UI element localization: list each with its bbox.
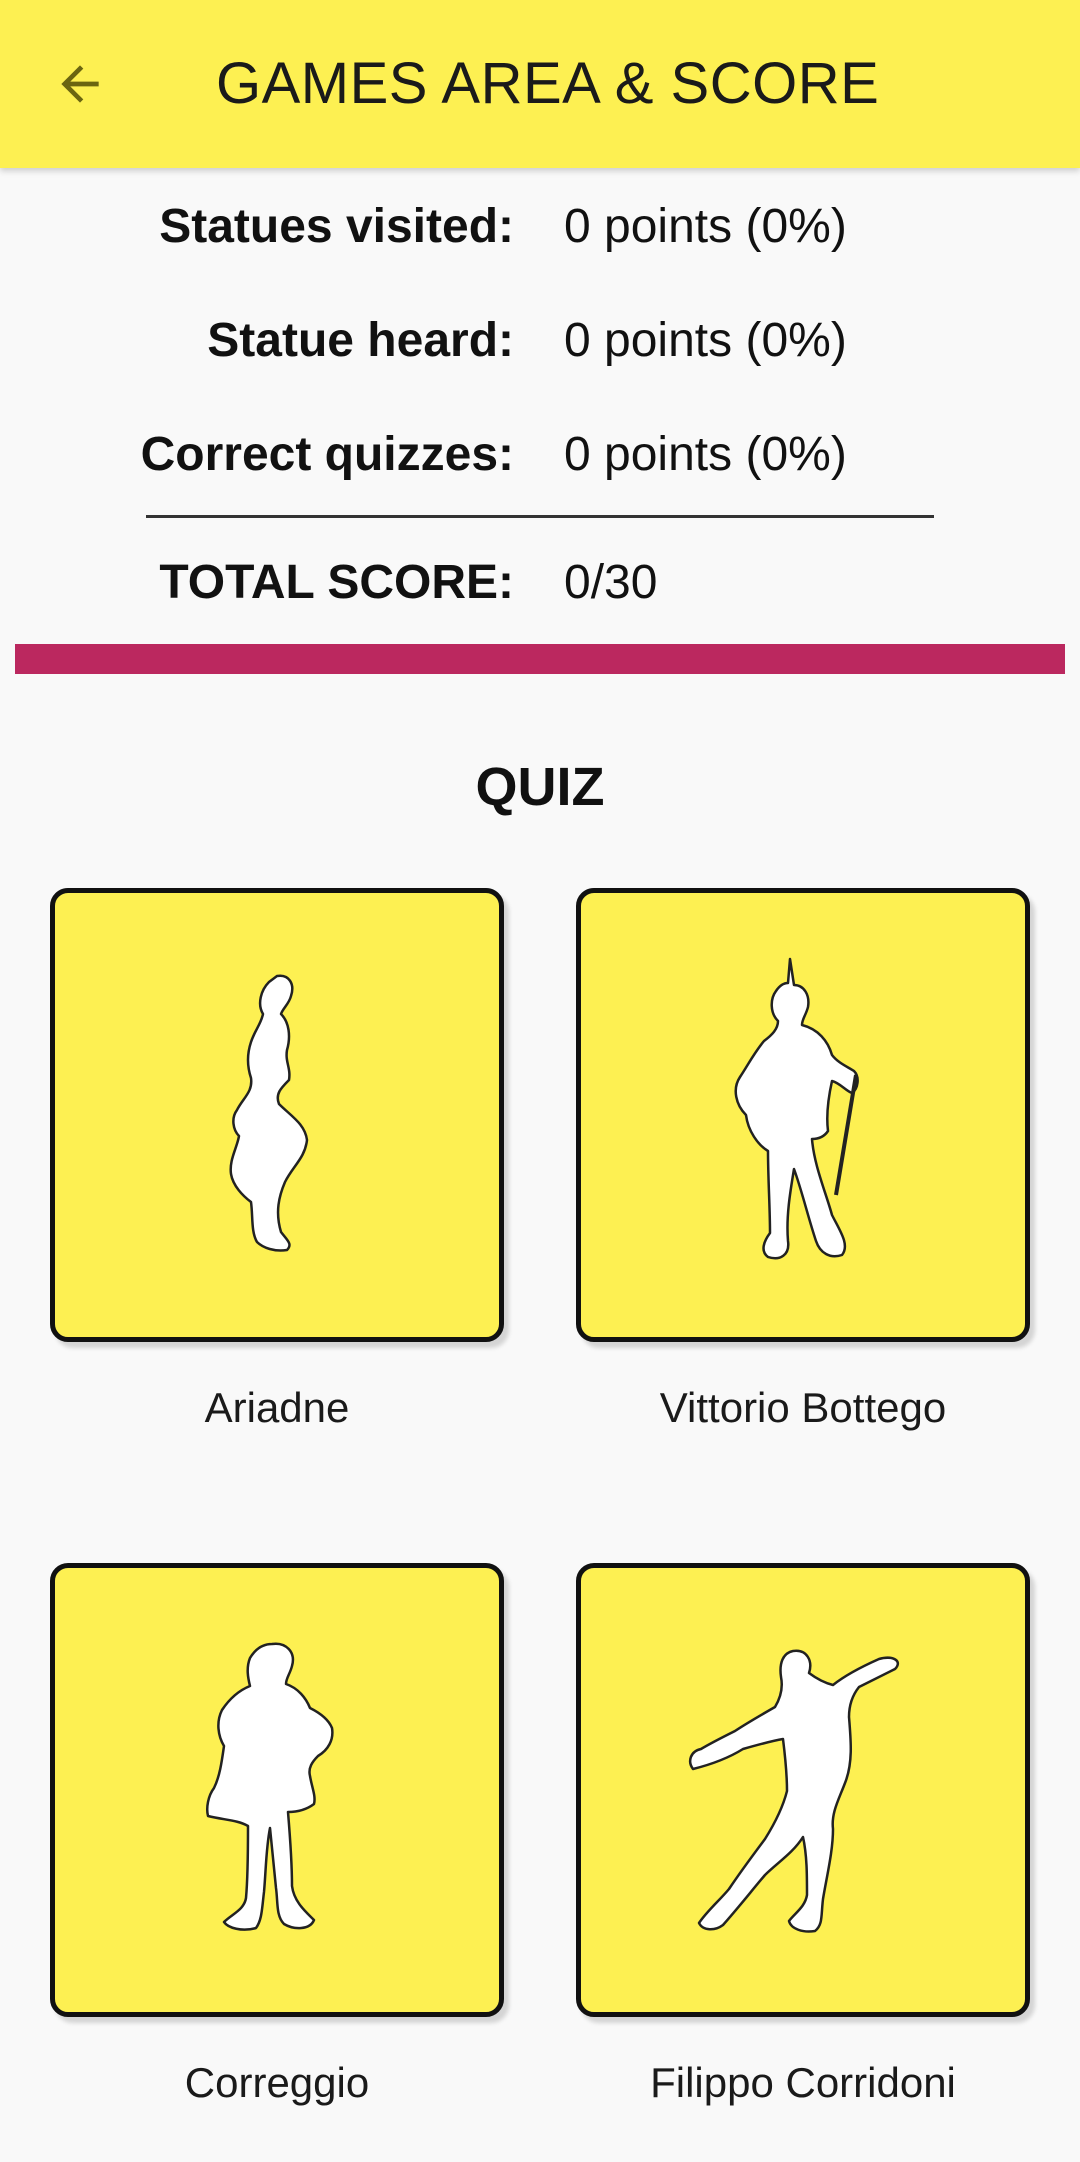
score-label: Statue heard: [207,314,514,367]
statue-silhouette-icon [689,1649,900,1933]
score-value: 0 points (0%) [564,314,847,367]
quiz-card-label: Vittorio Bottego [659,1384,947,1431]
total-score-label: TOTAL SCORE: [159,556,514,609]
quiz-card-vittorio-bottego[interactable] [576,888,1030,1342]
quiz-card-correggio[interactable] [50,1563,504,2017]
accent-divider [15,644,1065,674]
quiz-card-label: Filippo Corridoni [650,2059,956,2106]
total-score-row: TOTAL SCORE: 0/30 [0,548,1080,618]
score-row-quizzes: Correct quizzes: 0 points (0%) [0,420,1080,490]
arrow-left-icon [61,65,99,103]
score-label: Statues visited: [159,200,514,253]
quiz-card-label: Ariadne [204,1384,350,1431]
back-button[interactable] [40,44,120,124]
page-title: GAMES AREA & SCORE [216,51,880,116]
total-score-value: 0/30 [564,556,658,609]
score-value: 0 points (0%) [564,428,847,481]
score-label: Correct quizzes: [140,428,514,481]
score-divider [146,515,934,518]
score-row-visited: Statues visited: 0 points (0%) [0,192,1080,262]
quiz-card-filippo-corridoni[interactable] [576,1563,1030,2017]
score-row-heard: Statue heard: 0 points (0%) [0,306,1080,376]
app-bar: GAMES AREA & SCORE [0,0,1080,168]
quiz-card-ariadne[interactable] [50,888,504,1342]
quiz-card-label: Correggio [184,2059,370,2106]
statue-silhouette-icon [734,957,859,1260]
statue-silhouette-icon [206,1642,334,1931]
statue-silhouette-icon [229,974,309,1252]
quiz-heading: QUIZ [475,757,605,817]
score-value: 0 points (0%) [564,200,847,253]
